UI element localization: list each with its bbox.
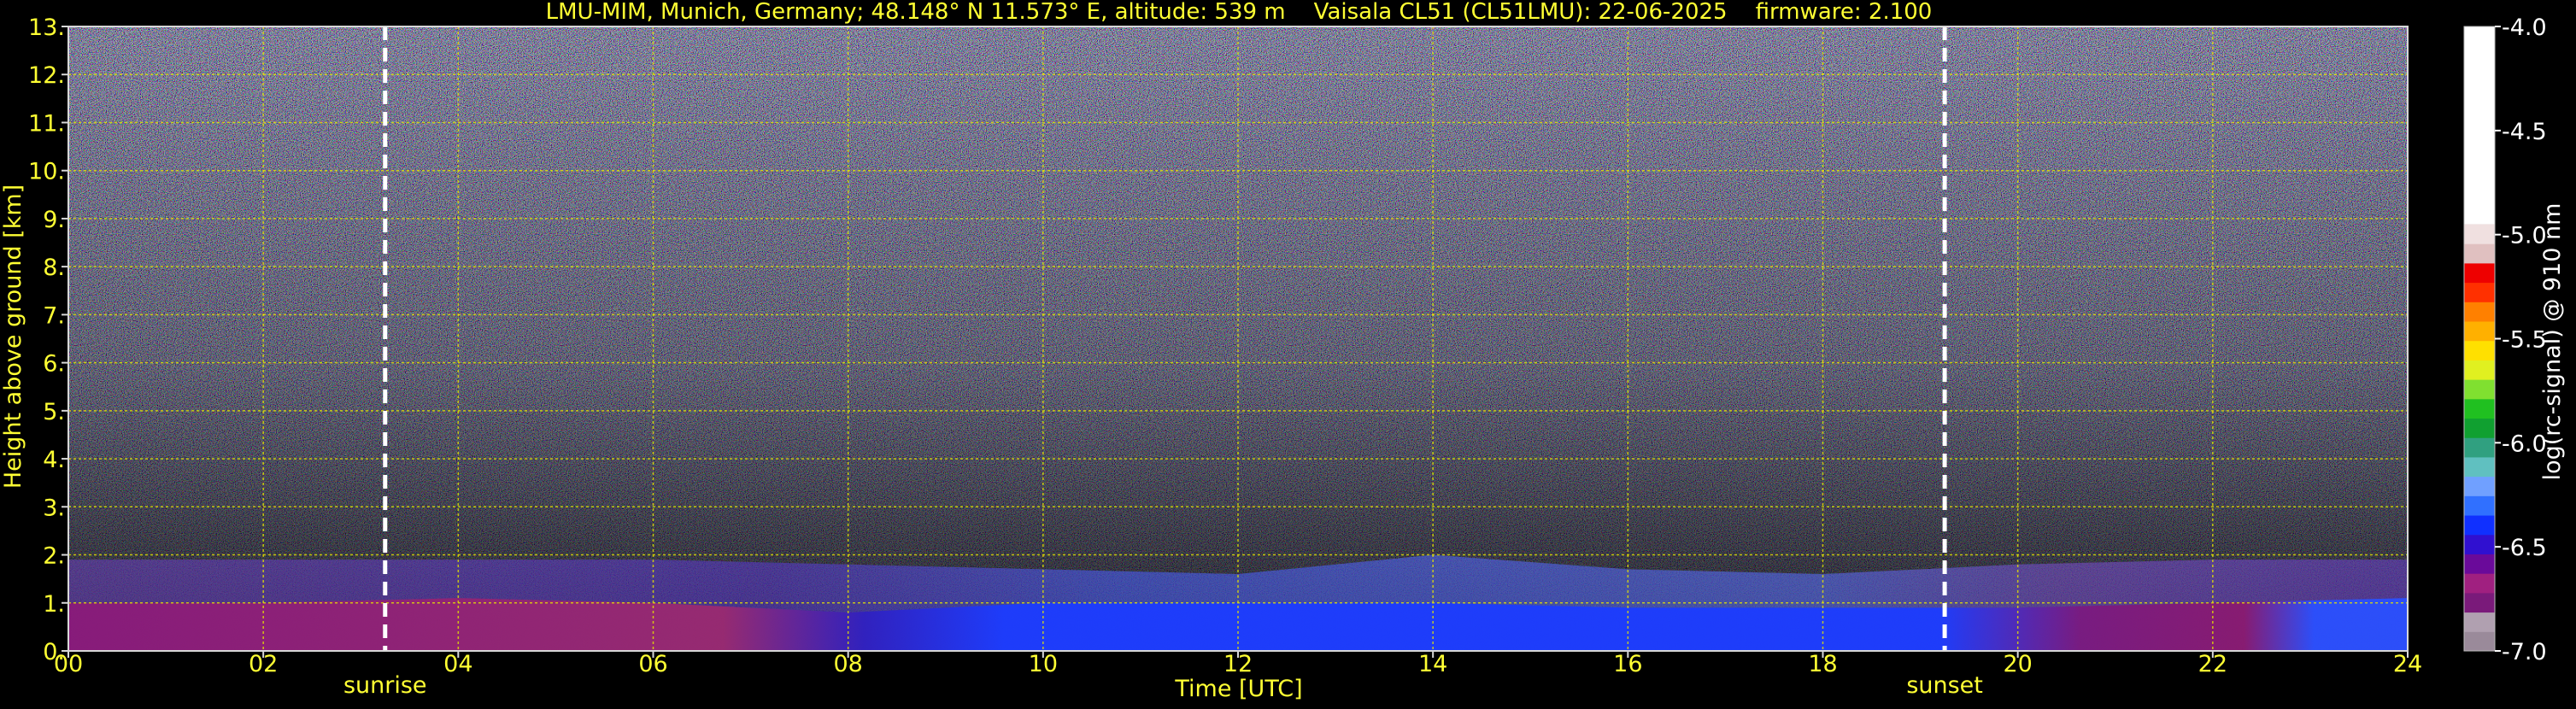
colorbar-segment — [2464, 534, 2495, 554]
y-tick-label: 13. — [28, 15, 65, 41]
y-tick-label: 8. — [43, 255, 65, 281]
x-tick-label: 08 — [833, 651, 862, 677]
colorbar-segment — [2464, 340, 2495, 360]
colorbar-segment — [2464, 398, 2495, 419]
colorbar-label: log(rc-signal) @ 910 nm — [2539, 203, 2566, 481]
colorbar-segment — [2464, 612, 2495, 632]
x-tick-label: 20 — [2003, 651, 2032, 677]
chart-title: LMU-MIM, Munich, Germany; 48.148° N 11.5… — [546, 0, 1933, 25]
colorbar-segment — [2464, 321, 2495, 342]
colorbar-segment — [2464, 302, 2495, 322]
y-tick-label: 5. — [43, 399, 65, 425]
colorbar-segment — [2464, 379, 2495, 400]
y-tick-label: 11. — [28, 110, 65, 137]
colorbar-segment — [2464, 26, 2495, 225]
x-tick-label: 18 — [1808, 651, 1837, 677]
x-tick-label: 12 — [1223, 651, 1253, 677]
y-tick-label: 0. — [43, 639, 65, 665]
colorbar-segment — [2464, 243, 2495, 264]
colorbar-segment — [2464, 631, 2495, 652]
colorbar-segment — [2464, 456, 2495, 478]
colorbar-tick-label: -4.0 — [2502, 15, 2547, 41]
y-tick-label: 2. — [43, 543, 65, 570]
x-tick-label: 06 — [638, 651, 667, 677]
y-tick-label: 6. — [43, 351, 65, 378]
colorbar-tick-label: -6.5 — [2502, 535, 2547, 561]
y-tick-label: 7. — [43, 302, 65, 329]
y-tick-label: 4. — [43, 447, 65, 473]
x-axis-label: Time [UTC] — [1174, 676, 1302, 702]
sunrise-label: sunrise — [343, 672, 427, 699]
colorbar-segment — [2464, 224, 2495, 244]
colorbar-segment — [2464, 282, 2495, 302]
colorbar-segment — [2464, 495, 2495, 516]
colorbar-segment — [2464, 573, 2495, 594]
y-tick-label: 1. — [43, 591, 65, 618]
colorbar-segment — [2464, 592, 2495, 613]
colorbar-segment — [2464, 476, 2495, 496]
y-tick-label: 3. — [43, 495, 65, 521]
x-tick-label: 02 — [249, 651, 278, 677]
colorbar-segment — [2464, 515, 2495, 536]
colorbar-tick-label: -7.0 — [2502, 639, 2547, 665]
y-axis-label: Height above ground [km] — [0, 185, 26, 489]
colorbar-segment — [2464, 360, 2495, 380]
x-tick-label: 22 — [2198, 651, 2227, 677]
x-tick-label: 10 — [1029, 651, 1058, 677]
x-tick-label: 16 — [1613, 651, 1642, 677]
colorbar: -7.0-6.5-6.0-5.5-5.0-4.5-4.0 — [2463, 15, 2547, 665]
y-tick-label: 9. — [43, 207, 65, 233]
ceilometer-chart: sunrise sunset 00 02 04 06 08 10 12 14 16 18 20 22 24… — [0, 0, 2566, 702]
colorbar-segment — [2464, 554, 2495, 574]
colorbar-tick-label: -4.5 — [2502, 119, 2547, 145]
x-tick-label: 04 — [443, 651, 472, 677]
y-tick-label: 12. — [28, 62, 65, 89]
sunset-label: sunset — [1906, 672, 1983, 699]
colorbar-segment — [2464, 262, 2495, 284]
colorbar-segment — [2464, 418, 2495, 438]
y-tick-label: 10. — [28, 159, 65, 185]
colorbar-segment — [2464, 437, 2495, 458]
x-tick-label: 14 — [1418, 651, 1447, 677]
x-tick-label: 24 — [2393, 651, 2422, 677]
